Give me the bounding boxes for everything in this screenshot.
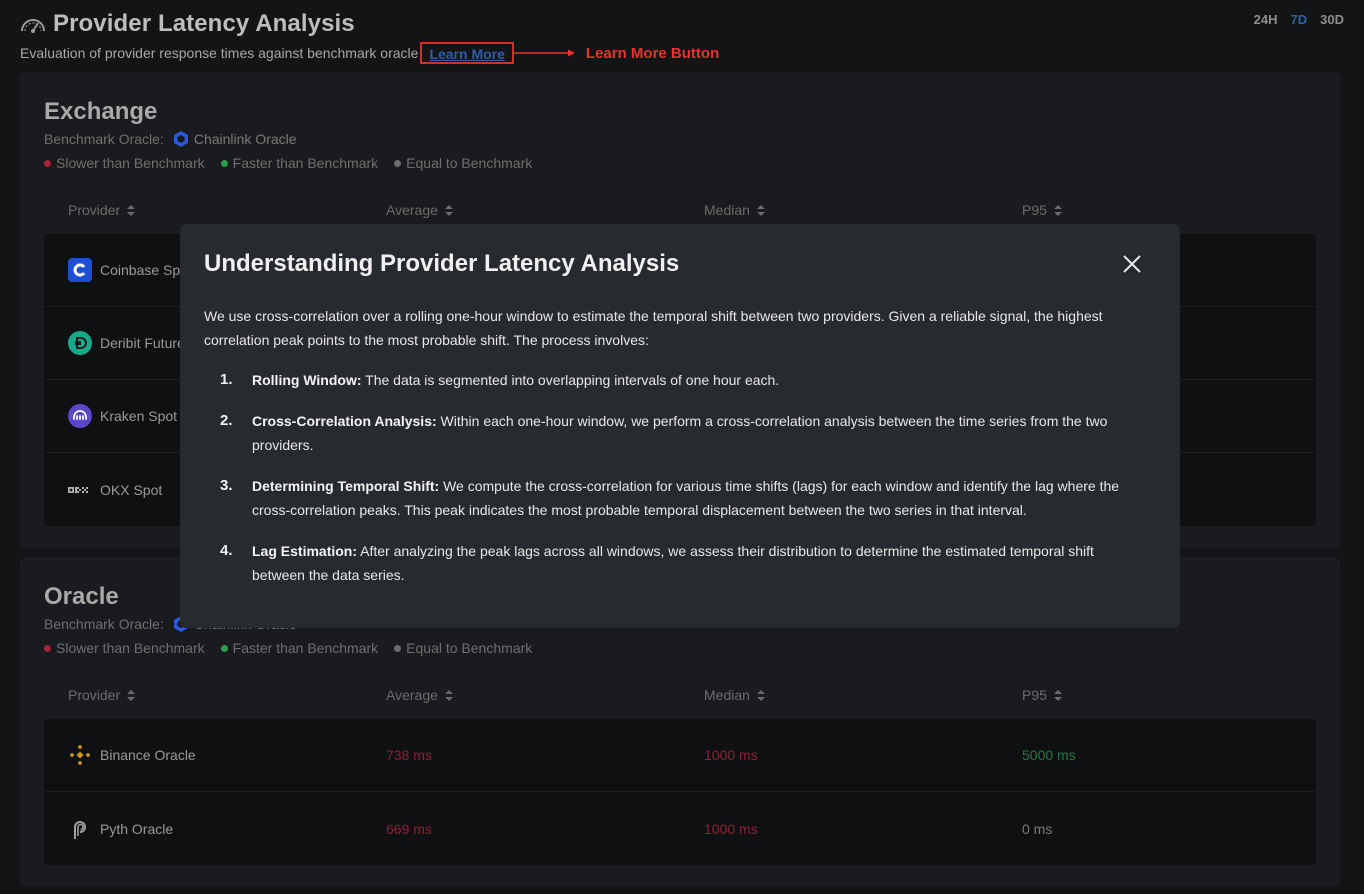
modal-title: Understanding Provider Latency Analysis (204, 250, 680, 277)
step-text: After analyzing the peak lags across all… (252, 543, 1094, 583)
process-step: 1. Rolling Window: The data is segmented… (204, 368, 1144, 392)
step-term: Determining Temporal Shift: (252, 478, 440, 494)
step-number: 4. (220, 542, 233, 559)
step-term: Lag Estimation: (252, 543, 358, 559)
modal-intro: We use cross-correlation over a rolling … (204, 308, 1103, 348)
step-number: 2. (220, 412, 233, 429)
step-number: 1. (220, 371, 233, 388)
process-steps: 1. Rolling Window: The data is segmented… (204, 368, 1144, 604)
latency-info-modal: Understanding Provider Latency Analysis … (180, 224, 1180, 628)
process-step: 2. Cross-Correlation Analysis: Within ea… (204, 409, 1144, 457)
step-term: Cross-Correlation Analysis: (252, 413, 437, 429)
page: Provider Latency Analysis Evaluation of … (0, 0, 1364, 894)
step-text: The data is segmented into overlapping i… (361, 372, 780, 388)
close-icon[interactable] (1122, 254, 1142, 274)
process-step: 4. Lag Estimation: After analyzing the p… (204, 539, 1144, 587)
process-step: 3. Determining Temporal Shift: We comput… (204, 474, 1144, 522)
step-number: 3. (220, 477, 233, 494)
step-term: Rolling Window: (252, 372, 362, 388)
